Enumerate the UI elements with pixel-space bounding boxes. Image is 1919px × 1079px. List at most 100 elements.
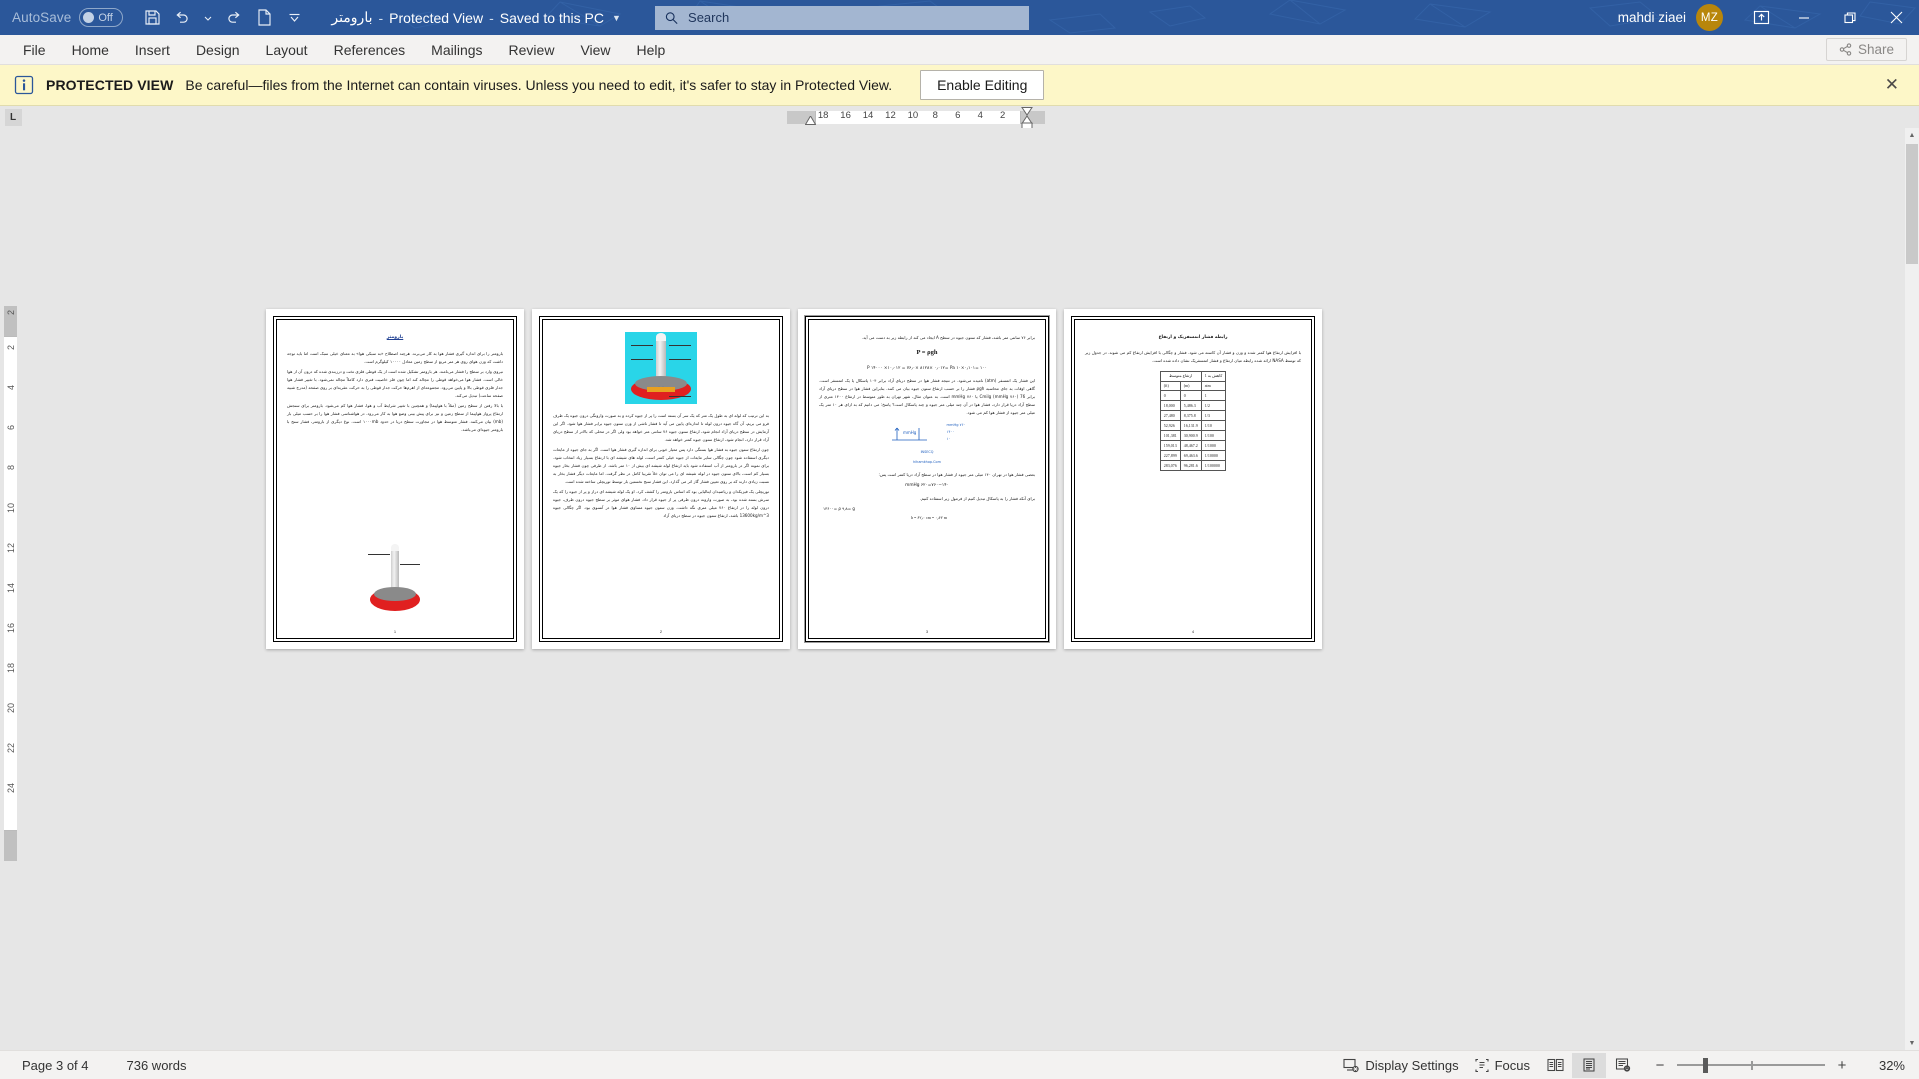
- tab-references[interactable]: References: [321, 38, 419, 62]
- close-icon[interactable]: [1873, 0, 1919, 35]
- vruler-mark-14: 14: [5, 583, 16, 594]
- web-layout-button[interactable]: [1606, 1053, 1640, 1078]
- table-row: 1/100 30,900.9 101,381: [1159, 430, 1227, 442]
- display-settings-button[interactable]: Display Settings: [1335, 1055, 1466, 1076]
- undo-icon[interactable]: [167, 3, 197, 33]
- cell-m: 48,467.2: [1179, 440, 1202, 452]
- enable-editing-button[interactable]: Enable Editing: [920, 70, 1045, 100]
- first-line-indent-marker[interactable]: [805, 116, 816, 125]
- new-document-icon[interactable]: [249, 3, 279, 33]
- cell-m: 69,463.6: [1179, 450, 1202, 462]
- table-row: 1 0 0: [1159, 390, 1227, 402]
- read-mode-button[interactable]: [1538, 1053, 1572, 1078]
- table-header-reduction: کاهش به 1: [1200, 370, 1227, 382]
- account-name[interactable]: mahdi ziaei: [1618, 10, 1686, 25]
- tab-view[interactable]: View: [567, 38, 623, 62]
- page-4-body: رابطه فشار اتمسفریک و ارتفاع با افزایش ا…: [1075, 320, 1311, 472]
- cell-atm: 1/1000: [1200, 440, 1227, 452]
- cell-atm: 1/10: [1200, 420, 1227, 432]
- page-3-note-2: برای آنکه فشار را به پاسکال تبدیل کنیم ا…: [919, 496, 1035, 502]
- title-separator-1: -: [378, 9, 384, 26]
- barometer-tube-cap: [391, 544, 399, 551]
- tab-insert[interactable]: Insert: [122, 38, 183, 62]
- zoom-slider-midpoint: [1751, 1061, 1753, 1070]
- tab-review[interactable]: Review: [496, 38, 568, 62]
- barometer-leader-1: [631, 345, 653, 346]
- page-4[interactable]: رابطه فشار اتمسفریک و ارتفاع با افزایش ا…: [1064, 309, 1322, 649]
- scroll-up-icon[interactable]: ▲: [1905, 128, 1919, 142]
- ruler-text-area: 18 16 14 12 10 8 6 4 2: [815, 109, 1021, 124]
- undo-dropdown-icon[interactable]: [197, 3, 219, 33]
- cell-ft: 159,013: [1159, 440, 1181, 452]
- page-indicator[interactable]: Page 3 of 4: [14, 1055, 97, 1076]
- search-box[interactable]: [654, 5, 1029, 30]
- status-left: Page 3 of 4 736 words: [0, 1055, 194, 1076]
- page-3-link-2[interactable]: hihamkhop.Com: [819, 459, 1035, 466]
- scrollbar-thumb[interactable]: [1906, 144, 1918, 264]
- cell-atm: 1/3: [1200, 410, 1227, 422]
- cell-atm: 1/100000: [1200, 460, 1227, 472]
- cell-m: 0: [1179, 390, 1202, 402]
- vruler-bottom-margin: [4, 831, 17, 861]
- share-button[interactable]: Share: [1825, 38, 1907, 61]
- tab-home[interactable]: Home: [59, 38, 122, 62]
- vruler-mark-18: 18: [5, 663, 16, 674]
- vruler-top-margin: 2: [4, 306, 17, 336]
- document-title-area: بارومتر - Protected View - Saved to this…: [331, 9, 621, 26]
- page-3[interactable]: برابر ۷۶ سانتی متر باشد، فشار که ستون جی…: [798, 309, 1056, 649]
- vruler-mark-16: 16: [5, 623, 16, 634]
- customize-quick-access-icon[interactable]: [279, 3, 309, 33]
- page-2[interactable]: به این ترتیب که لوله ای به طول یک متر که…: [532, 309, 790, 649]
- table-subheader-atm: atm: [1200, 380, 1227, 392]
- table-row: 1/100000 96,281.6 283,076: [1159, 460, 1227, 472]
- search-input[interactable]: [688, 10, 1019, 25]
- zoom-in-button[interactable]: +: [1834, 1057, 1850, 1074]
- tab-stop-selector[interactable]: L: [2, 106, 24, 128]
- autosave-toggle[interactable]: Off: [79, 8, 124, 27]
- read-mode-icon: [1546, 1058, 1564, 1072]
- print-layout-button[interactable]: [1572, 1052, 1606, 1078]
- vertical-scrollbar[interactable]: ▲ ▼: [1905, 128, 1919, 1050]
- tab-mailings[interactable]: Mailings: [418, 38, 495, 62]
- restore-icon[interactable]: [1827, 0, 1873, 35]
- horizontal-ruler[interactable]: 18 16 14 12 10 8 6 4 2: [787, 107, 1045, 130]
- tab-file[interactable]: File: [10, 38, 59, 62]
- save-icon[interactable]: [137, 3, 167, 33]
- cell-atm: 1: [1200, 390, 1227, 402]
- banner-close-icon[interactable]: ✕: [1879, 75, 1905, 95]
- page-3-link-1[interactable]: INSECQ: [819, 449, 1035, 456]
- tab-help[interactable]: Help: [624, 38, 679, 62]
- avatar[interactable]: MZ: [1696, 4, 1723, 31]
- barometer-figure-page-1: [364, 544, 426, 616]
- table-row: 1/10000 69,463.6 227,899: [1159, 450, 1227, 462]
- vruler-mark-8: 8: [5, 465, 16, 471]
- zoom-level[interactable]: 32%: [1869, 1058, 1905, 1073]
- cell-ft: 18,000: [1159, 400, 1181, 412]
- zoom-slider[interactable]: [1677, 1058, 1825, 1073]
- tab-layout[interactable]: Layout: [253, 38, 321, 62]
- tab-design[interactable]: Design: [183, 38, 253, 62]
- minimize-icon[interactable]: [1781, 0, 1827, 35]
- barometer-leader-5: [669, 396, 691, 397]
- document-canvas[interactable]: 2 2 4 6 8 10 12 14 16 18 20 22 24 بارومت…: [0, 128, 1919, 1050]
- vruler-mark-2-top: 2: [5, 310, 16, 316]
- ribbon-display-options-icon[interactable]: [1741, 0, 1781, 35]
- titlebar-right-controls: mahdi ziaei MZ: [1618, 0, 1919, 35]
- zoom-control[interactable]: − + 32%: [1652, 1057, 1905, 1074]
- focus-button[interactable]: Focus: [1467, 1055, 1538, 1076]
- redo-icon[interactable]: [219, 3, 249, 33]
- vertical-ruler[interactable]: 2 2 4 6 8 10 12 14 16 18 20 22 24: [4, 306, 17, 861]
- page-2-para-2: چون ارتفاع ستون جیوه به فشار هوا بستگی د…: [553, 446, 769, 484]
- page-1-number: 1: [393, 629, 397, 634]
- page-3-equation-3-block: ۱۳۶۰۰= ρ ۹٫۸= g h = ۶۲٫۰ cm = ۰٫۶۲ m: [819, 505, 1035, 523]
- ruler-mark-18: 18: [817, 109, 829, 121]
- title-chevron-down-icon[interactable]: ▼: [612, 13, 621, 23]
- page-1[interactable]: بارومتر بارومتر را برای اندازه گیری فشار…: [266, 309, 524, 649]
- zoom-out-button[interactable]: −: [1652, 1057, 1668, 1074]
- zoom-slider-thumb[interactable]: [1703, 1058, 1708, 1073]
- cell-m: 30,900.9: [1179, 430, 1202, 442]
- page-3-equation-3: ۱۳۶۰۰= ρ ۹٫۸= g: [823, 506, 855, 512]
- word-count[interactable]: 736 words: [119, 1055, 195, 1076]
- scroll-down-icon[interactable]: ▼: [1905, 1036, 1919, 1050]
- cell-m: 16,131.9: [1179, 420, 1202, 432]
